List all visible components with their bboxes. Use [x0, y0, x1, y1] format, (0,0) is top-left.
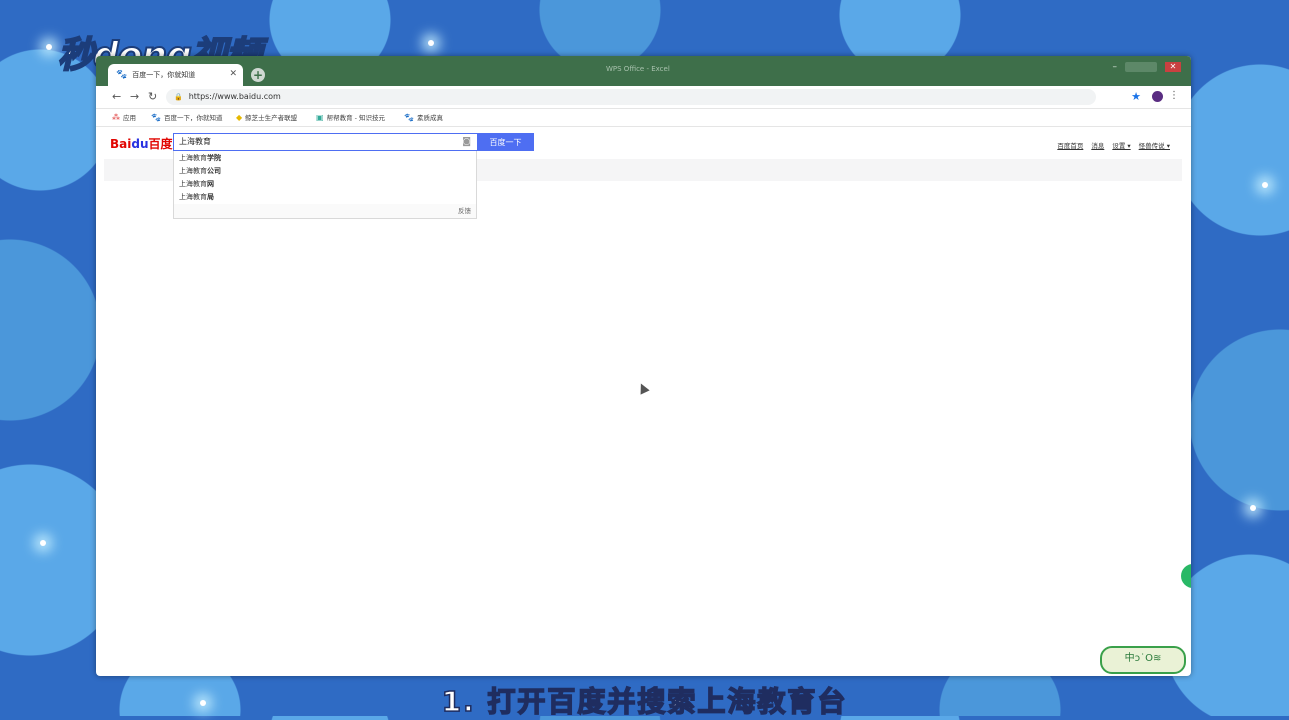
baidu-paw-icon: 🐾	[151, 112, 161, 122]
page-icon: ▣	[316, 112, 324, 122]
lock-icon: 🔒	[174, 93, 183, 101]
url-input[interactable]: 🔒 https://www.baidu.com	[166, 89, 1096, 105]
cheese-icon: ◆	[236, 112, 243, 122]
link-baidu-home[interactable]: 百度首页	[1057, 140, 1083, 150]
bookmark-education[interactable]: ▣ 帮帮教育 - 知识技元	[316, 112, 385, 123]
feedback-bar	[174, 204, 476, 218]
tab-title: 百度一下，你就知道	[132, 71, 196, 79]
window-title: WPS Office - Excel	[606, 65, 670, 73]
browser-tab[interactable]: 🐾 百度一下，你就知道 ✕	[108, 64, 243, 86]
minimize-icon[interactable]: –	[1113, 62, 1118, 72]
floating-side-button[interactable]	[1181, 564, 1191, 588]
link-messages[interactable]: 消息	[1091, 140, 1104, 150]
search-value: 上海教育	[179, 137, 211, 146]
browser-titlebar: 🐾 百度一下，你就知道 ✕ + WPS Office - Excel – ✕	[96, 56, 1191, 86]
apps-grid-icon: ⁂	[112, 112, 120, 122]
bookmark-baidu[interactable]: 🐾 百度一下，你就知道	[151, 112, 222, 123]
baidu-logo[interactable]: Baidu百度	[110, 135, 173, 152]
baidu-favicon-icon: 🐾	[116, 70, 128, 80]
paw-logo-icon: du	[131, 137, 149, 151]
baidu-paw-icon: 🐾	[404, 112, 414, 122]
forward-icon[interactable]: →	[130, 90, 139, 103]
bookmark-cheese[interactable]: ◆ 鲸芝士生产者联盟	[236, 112, 297, 123]
bookmark-apps[interactable]: ⁂ 应用	[112, 112, 136, 123]
back-icon[interactable]: ←	[112, 90, 121, 103]
suggestion-item[interactable]: 上海教育学院	[179, 153, 221, 163]
tab-close-icon[interactable]: ✕	[229, 69, 237, 79]
suggestion-item[interactable]: 上海教育局	[179, 192, 214, 202]
link-settings[interactable]: 设置 ▾	[1112, 140, 1130, 150]
close-window-button[interactable]: ✕	[1165, 62, 1181, 72]
new-tab-button[interactable]: +	[251, 68, 265, 82]
suggestion-item[interactable]: 上海教育公司	[179, 166, 221, 176]
mouse-cursor-icon	[636, 381, 650, 395]
browser-window: 🐾 百度一下，你就知道 ✕ + WPS Office - Excel – ✕ ←…	[96, 56, 1191, 676]
bookmark-star-icon[interactable]: ★	[1131, 90, 1141, 103]
bookmark-quality[interactable]: 🐾 素质成真	[404, 112, 443, 123]
search-button[interactable]: 百度一下	[477, 133, 534, 151]
bookmarks-bar: ⁂ 应用 🐾 百度一下，你就知道 ◆ 鲸芝士生产者联盟 ▣ 帮帮教育 - 知识技…	[96, 108, 1191, 127]
address-bar: ← → ↻ 🔒 https://www.baidu.com ★ ⋮	[96, 86, 1191, 109]
menu-kebab-icon[interactable]: ⋮	[1169, 90, 1179, 101]
corner-watermark-badge: 中ↄ˙Ο≋	[1100, 646, 1186, 674]
video-caption: 1. 打开百度并搜索上海教育台	[441, 684, 848, 719]
top-right-links: 百度首页 消息 设置 ▾ 怪兽传说 ▾	[1057, 140, 1170, 150]
suggestion-dropdown: 上海教育学院 上海教育公司 上海教育网 上海教育局 反馈	[173, 151, 477, 219]
suggestion-item[interactable]: 上海教育网	[179, 179, 214, 189]
baidu-page: Baidu百度 上海教育 ◙ 百度一下 上海教育学院 上海教育公司 上海教育网 …	[104, 127, 1182, 676]
link-user[interactable]: 怪兽传说 ▾	[1139, 140, 1170, 150]
search-input[interactable]: 上海教育 ◙	[173, 133, 477, 151]
reload-icon[interactable]: ↻	[148, 90, 157, 103]
feedback-link[interactable]: 反馈	[458, 205, 471, 215]
profile-avatar[interactable]	[1152, 91, 1163, 102]
maximize-button[interactable]	[1125, 62, 1157, 72]
camera-icon[interactable]: ◙	[462, 134, 471, 150]
url-text: https://www.baidu.com	[188, 92, 281, 101]
